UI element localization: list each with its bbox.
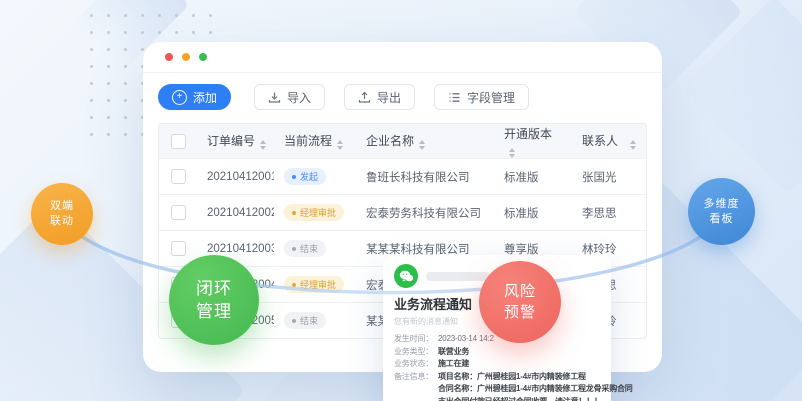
field-label: 备注信息： xyxy=(394,371,438,384)
import-button[interactable]: 导入 xyxy=(254,84,325,110)
badge-text: 看板 xyxy=(710,212,734,227)
status-badge: 发起 xyxy=(284,168,326,185)
status-badge: 结束 xyxy=(284,312,326,329)
window-titlebar xyxy=(143,42,662,73)
notification-field: 备注信息：项目名称：广州碧桂园1-4#市内精装修工程 xyxy=(394,371,600,384)
contact-cell: 李思思 xyxy=(572,194,646,230)
field-label xyxy=(394,383,438,396)
header-contact: 联系人 xyxy=(572,124,646,158)
table-row: 20210412002 经理审批宏泰劳务科技有限公司标准版李思思 xyxy=(159,194,646,230)
field-value: 施工在建 xyxy=(438,358,469,371)
feature-badge-dashboard: 多维度 看板 xyxy=(688,178,755,245)
notification-field: 合同名称：广州碧桂园1-4#市内精装修工程龙骨采购合同 xyxy=(394,383,600,396)
header-version: 开通版本 xyxy=(494,124,572,158)
field-label xyxy=(394,396,438,401)
field-manage-button[interactable]: 字段管理 xyxy=(434,84,529,110)
field-value: 2023-03-14 14:2 xyxy=(438,333,494,346)
notification-fields: 发生时间：2023-03-14 14:2业务类型：联营业务业务状态：施工在建备注… xyxy=(394,333,600,401)
add-button[interactable]: 添加 xyxy=(158,84,231,110)
field-value: 项目名称：广州碧桂园1-4#市内精装修工程 xyxy=(438,371,586,384)
export-button[interactable]: 导出 xyxy=(344,84,415,110)
badge-text: 多维度 xyxy=(704,197,740,212)
notification-field: 业务类型：联营业务 xyxy=(394,346,600,359)
minimize-window-icon[interactable] xyxy=(182,53,190,61)
header-order: 订单编号 xyxy=(197,124,274,158)
version-cell: 标准版 xyxy=(494,194,572,230)
sort-icon[interactable] xyxy=(337,140,343,150)
list-settings-icon xyxy=(448,91,461,104)
plus-circle-icon xyxy=(172,90,187,105)
wechat-icon xyxy=(394,264,418,288)
badge-text: 风险 xyxy=(504,281,536,302)
close-window-icon[interactable] xyxy=(165,53,173,61)
feature-badge-dual-link: 双端 联动 xyxy=(31,183,93,245)
sort-icon[interactable] xyxy=(509,148,515,158)
notification-field: 业务状态：施工在建 xyxy=(394,358,600,371)
toolbar: 添加 导入 导出 xyxy=(143,73,662,119)
sender-placeholder xyxy=(426,272,490,281)
import-icon xyxy=(268,91,281,104)
feature-badge-risk-alert: 风险 预警 xyxy=(479,261,561,343)
field-label: 业务状态： xyxy=(394,358,438,371)
notification-field: 支出合同付款已经超过合同收票，请注意！！！ xyxy=(394,396,600,401)
row-checkbox[interactable] xyxy=(171,169,186,184)
company-cell: 鲁班长科技有限公司 xyxy=(356,158,494,194)
badge-text: 联动 xyxy=(50,214,74,229)
field-value: 合同名称：广州碧桂园1-4#市内精装修工程龙骨采购合同 xyxy=(438,383,633,396)
select-all-checkbox[interactable] xyxy=(171,134,186,149)
badge-text: 管理 xyxy=(196,300,232,323)
field-value: 支出合同付款已经超过合同收票，请注意！！！ xyxy=(438,396,602,401)
badge-text: 闭环 xyxy=(196,277,232,300)
table-row: 20210412001 发起 鲁班长科技有限公司标准版张国光 xyxy=(159,158,646,194)
status-badge: 经理审批 xyxy=(284,204,344,221)
order-cell: 20210412001 xyxy=(197,158,274,194)
header-company: 企业名称 xyxy=(356,124,494,158)
add-button-label: 添加 xyxy=(193,89,217,106)
company-cell: 宏泰劳务科技有限公司 xyxy=(356,194,494,230)
bg-shape xyxy=(682,0,802,194)
sort-icon[interactable] xyxy=(630,140,636,150)
field-label: 业务类型： xyxy=(394,346,438,359)
field-value: 联营业务 xyxy=(438,346,469,359)
sort-icon[interactable] xyxy=(419,140,425,150)
export-button-label: 导出 xyxy=(377,89,401,106)
field-label: 发生时间： xyxy=(394,333,438,346)
badge-text: 双端 xyxy=(50,199,74,214)
canvas: 添加 导入 导出 xyxy=(0,0,802,401)
row-checkbox[interactable] xyxy=(171,205,186,220)
import-button-label: 导入 xyxy=(287,89,311,106)
row-checkbox[interactable] xyxy=(171,241,186,256)
feature-badge-closed-loop: 闭环 管理 xyxy=(169,255,259,345)
table-header-row: 订单编号 当前流程 企业名称 开通版本 联系人 xyxy=(159,124,646,158)
order-cell: 20210412002 xyxy=(197,194,274,230)
header-flow: 当前流程 xyxy=(274,124,356,158)
badge-text: 预警 xyxy=(504,302,536,323)
version-cell: 标准版 xyxy=(494,158,572,194)
sort-icon[interactable] xyxy=(260,140,266,150)
status-badge: 经理审批 xyxy=(284,276,344,293)
export-icon xyxy=(358,91,371,104)
field-manage-button-label: 字段管理 xyxy=(467,89,515,106)
contact-cell: 张国光 xyxy=(572,158,646,194)
status-badge: 结束 xyxy=(284,240,326,257)
maximize-window-icon[interactable] xyxy=(199,53,207,61)
